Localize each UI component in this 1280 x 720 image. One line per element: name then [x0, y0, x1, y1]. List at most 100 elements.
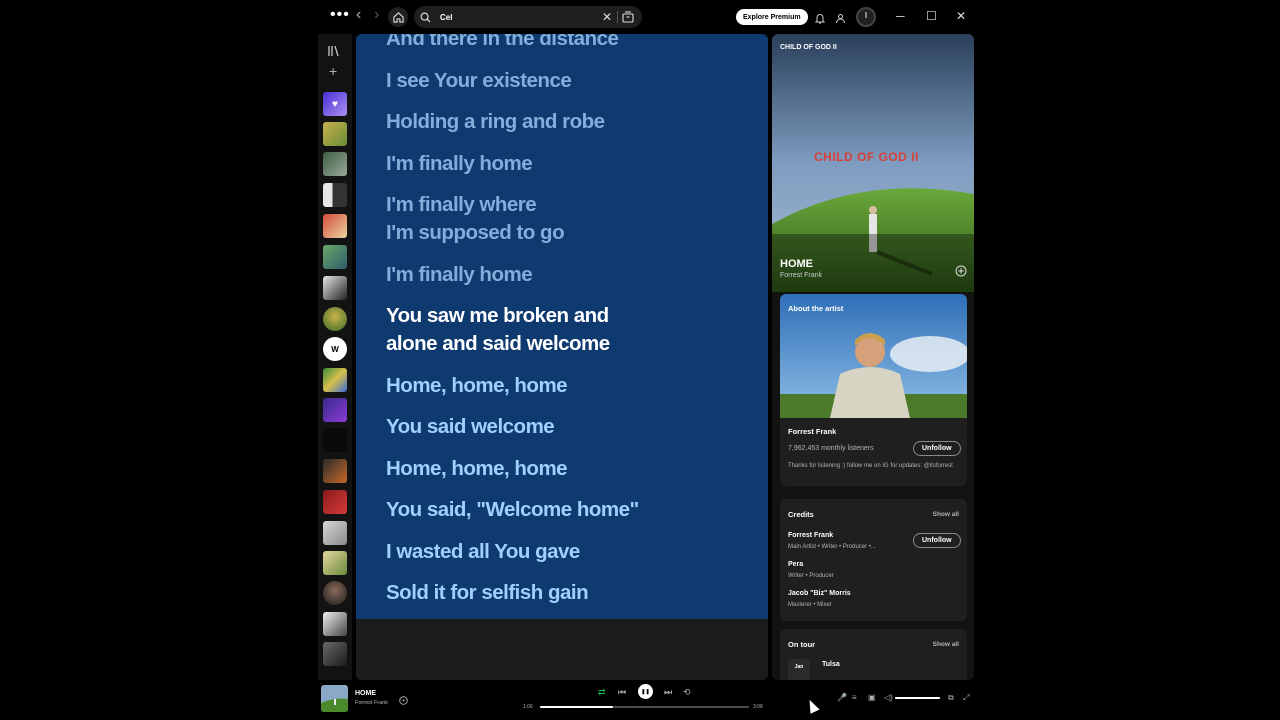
clear-search-button[interactable]: ✕: [602, 10, 612, 24]
credits-unfollow-button[interactable]: Unfollow: [913, 533, 961, 548]
lyric-line[interactable]: You saw me broken and alone and said wel…: [386, 302, 746, 358]
fullscreen-button[interactable]: ⤢: [963, 693, 969, 703]
tour-city[interactable]: Tulsa: [822, 661, 840, 668]
library-item-thumb[interactable]: [323, 368, 347, 392]
lyric-line[interactable]: You said, "Welcome home": [386, 496, 746, 524]
browse-icon[interactable]: [622, 10, 636, 24]
library-item-thumb[interactable]: [323, 428, 347, 452]
album-title: CHILD OF GOD II: [780, 44, 837, 51]
library-item-thumb[interactable]: [323, 398, 347, 422]
library-icon[interactable]: [327, 44, 341, 62]
credits-heading: Credits: [788, 510, 814, 519]
artist-avatar[interactable]: W: [323, 337, 347, 361]
credits-card: Credits Show all Forrest Frank Main Arti…: [780, 499, 967, 621]
close-button[interactable]: ✕: [956, 9, 966, 23]
volume-icon[interactable]: ◁): [884, 693, 893, 703]
player-track-artist[interactable]: Forrest Frank: [355, 700, 388, 706]
lyric-line[interactable]: I'm finally where I'm supposed to go: [386, 191, 746, 247]
library-item-thumb[interactable]: [323, 276, 347, 300]
lyric-line[interactable]: Home, home, home: [386, 372, 746, 400]
tour-show-all-link[interactable]: Show all: [933, 641, 959, 648]
about-artist-heading: About the artist: [788, 304, 844, 313]
library-item-thumb[interactable]: [323, 122, 347, 146]
now-playing-thumb[interactable]: [321, 685, 348, 712]
lyric-line[interactable]: I see Your existence: [386, 67, 746, 95]
artist-avatar[interactable]: [323, 581, 347, 605]
track-artist[interactable]: Forrest Frank: [780, 272, 822, 279]
spotify-window: ••• ‹ › ✕ Explore Premium ─ ☐ ✕: [318, 0, 980, 720]
credit-name[interactable]: Jacob "Biz" Morris: [788, 590, 851, 597]
create-playlist-button[interactable]: +: [329, 64, 337, 78]
library-item-thumb[interactable]: [323, 551, 347, 575]
search-input[interactable]: [440, 12, 590, 22]
library-sidebar: + ♥ W: [318, 34, 352, 680]
library-item-thumb[interactable]: [323, 642, 347, 666]
credit-name[interactable]: Forrest Frank: [788, 532, 833, 539]
maximize-button[interactable]: ☐: [926, 9, 937, 23]
lyric-line[interactable]: You said welcome: [386, 413, 746, 441]
artist-avatar[interactable]: [323, 307, 347, 331]
now-playing-panel: CHILD OF GOD II CHILD OF GOD II HOME For…: [772, 34, 974, 680]
lyrics-panel: And there in the distance I see Your exis…: [356, 34, 768, 680]
miniplayer-button[interactable]: ⧉: [948, 693, 954, 703]
artist-bio: Thanks for listening :) follow me on IG …: [788, 463, 953, 469]
forward-button[interactable]: ›: [374, 7, 379, 23]
profile-avatar[interactable]: [856, 7, 876, 27]
track-title[interactable]: HOME: [780, 258, 813, 270]
library-item-thumb[interactable]: [323, 459, 347, 483]
minimize-button[interactable]: ─: [896, 9, 905, 23]
back-button[interactable]: ‹: [356, 7, 361, 23]
added-check-icon[interactable]: [399, 692, 408, 710]
album-art-text: CHILD OF GOD II: [814, 150, 919, 164]
previous-button[interactable]: ⏮: [618, 687, 626, 697]
home-button[interactable]: [388, 7, 408, 27]
home-icon: [392, 11, 404, 23]
queue-button[interactable]: ≡: [852, 693, 857, 703]
library-item-thumb[interactable]: [323, 521, 347, 545]
lyric-line[interactable]: Sold it for selfish gain: [386, 579, 746, 607]
tour-date: Jan: [788, 659, 810, 680]
explore-premium-button[interactable]: Explore Premium: [736, 9, 808, 25]
lyric-line[interactable]: I wasted all You gave: [386, 538, 746, 566]
on-tour-card: On tour Show all Jan Tulsa: [780, 629, 967, 680]
search-box[interactable]: ✕: [414, 6, 642, 28]
artist-name[interactable]: Forrest Frank: [788, 427, 836, 436]
menu-dots-icon[interactable]: •••: [330, 7, 350, 23]
lyric-line[interactable]: And there in the distance: [386, 34, 746, 53]
library-item-thumb[interactable]: [323, 612, 347, 636]
pause-button[interactable]: ❚❚: [638, 684, 653, 699]
unfollow-button[interactable]: Unfollow: [913, 441, 961, 456]
repeat-button[interactable]: ⟲: [683, 687, 691, 697]
library-item-thumb[interactable]: [323, 214, 347, 238]
lyric-line[interactable]: I'm finally home: [386, 261, 746, 289]
volume-slider[interactable]: [895, 697, 940, 699]
friend-activity-icon[interactable]: [835, 11, 846, 29]
progress-bar[interactable]: [540, 706, 749, 708]
credits-show-all-link[interactable]: Show all: [933, 511, 959, 518]
top-bar: ••• ‹ › ✕ Explore Premium ─ ☐ ✕: [318, 0, 980, 34]
volume-fill: [895, 697, 940, 699]
lyric-line[interactable]: I'm finally home: [386, 150, 746, 178]
search-icon: [420, 12, 436, 23]
bell-icon[interactable]: [814, 11, 826, 29]
album-art: CHILD OF GOD II CHILD OF GOD II HOME For…: [772, 34, 974, 292]
library-item-thumb[interactable]: [323, 490, 347, 514]
library-item-thumb[interactable]: [323, 245, 347, 269]
credit-role: Masterer • Mixer: [788, 602, 832, 608]
library-item-thumb[interactable]: [323, 183, 347, 207]
search-divider: [617, 11, 618, 23]
player-bar: HOME Forrest Frank ⇄ ⏮ ❚❚ ⏭ ⟲ 1:06 3:08 …: [318, 680, 980, 720]
connect-device-button[interactable]: ▣: [868, 693, 876, 703]
credit-name[interactable]: Pera: [788, 561, 803, 568]
lyric-line[interactable]: Holding a ring and robe: [386, 108, 746, 136]
next-button[interactable]: ⏭: [664, 687, 672, 697]
add-to-playlist-icon[interactable]: [955, 264, 967, 282]
lyric-line[interactable]: Home, home, home: [386, 455, 746, 483]
shuffle-button[interactable]: ⇄: [598, 687, 606, 697]
liked-songs-thumb[interactable]: ♥: [323, 92, 347, 116]
lyrics-button[interactable]: 🎤: [837, 693, 847, 703]
player-track-title[interactable]: HOME: [355, 690, 376, 697]
about-artist-card[interactable]: About the artist Forrest Frank 7,962,453…: [780, 294, 967, 486]
elapsed-time: 1:06: [523, 704, 533, 710]
library-item-thumb[interactable]: [323, 152, 347, 176]
